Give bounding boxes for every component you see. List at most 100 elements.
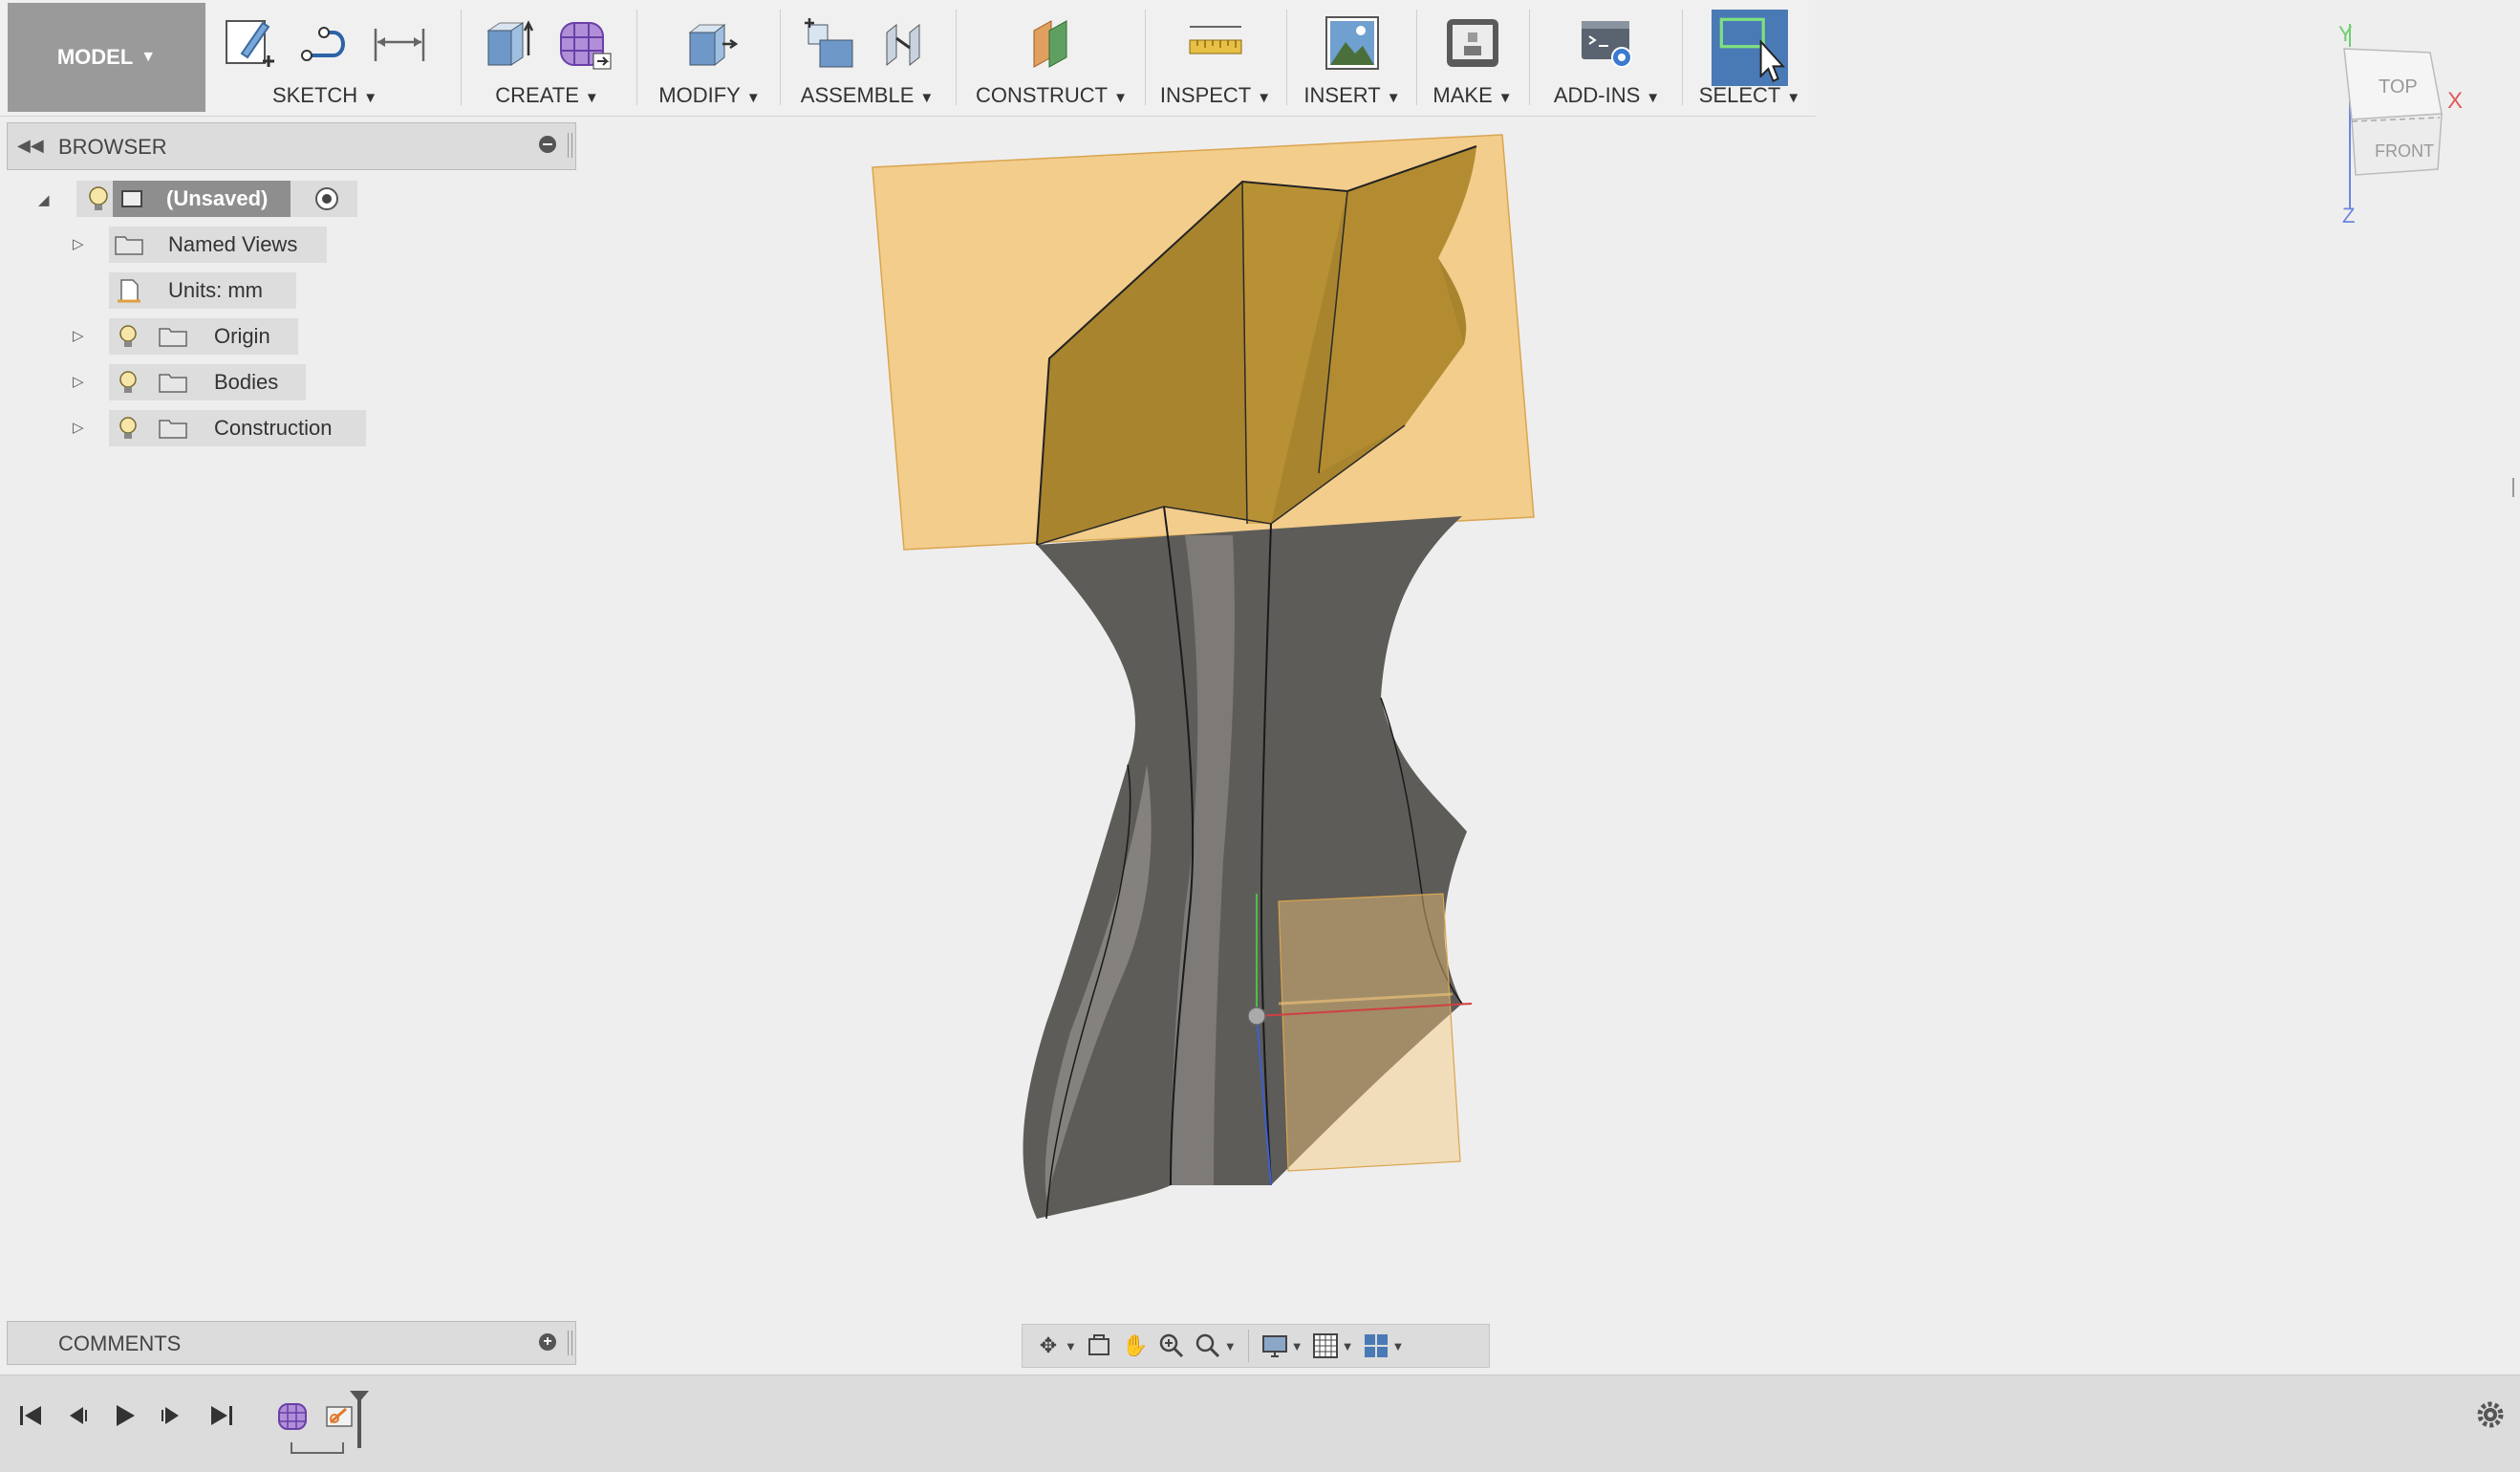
toolbar-group-make[interactable]: MAKE ▼ xyxy=(1420,0,1525,116)
viewport-edge-handle[interactable] xyxy=(2512,478,2520,497)
toolbar-group-label: SELECT xyxy=(1698,83,1781,107)
go-to-end-icon[interactable] xyxy=(203,1396,241,1435)
collapsed-triangle-icon[interactable]: ▷ xyxy=(73,419,88,436)
chevron-down-icon: ▼ xyxy=(1113,90,1128,106)
create-sketch-icon[interactable] xyxy=(221,13,280,73)
root-label: (Unsaved) xyxy=(166,186,269,210)
browser-item-label: Origin xyxy=(214,324,270,348)
scripts-addins-icon[interactable] xyxy=(1578,13,1637,73)
viewports-icon[interactable] xyxy=(1362,1331,1390,1360)
sketch-dimension-icon[interactable] xyxy=(370,13,429,73)
line-tool-icon[interactable] xyxy=(295,13,355,73)
grid-settings-icon[interactable] xyxy=(1311,1331,1340,1360)
press-pull-icon[interactable] xyxy=(680,13,740,73)
model-body-lower[interactable] xyxy=(1023,516,1467,1219)
viewcube-top-label: TOP xyxy=(2379,76,2418,97)
chevron-down-icon[interactable]: ▼ xyxy=(1392,1339,1405,1353)
panel-resize-handle[interactable] xyxy=(568,133,572,158)
browser-item-label: Construction xyxy=(214,416,333,440)
go-to-start-icon[interactable] xyxy=(11,1396,50,1435)
chevron-down-icon: ▼ xyxy=(584,90,599,106)
toolbar-group-add-ins[interactable]: ADD-INS ▼ xyxy=(1533,0,1681,116)
timeline-group-bracket xyxy=(291,1442,344,1454)
timeline-bar xyxy=(0,1375,2520,1472)
toolbar-separator xyxy=(636,10,637,105)
toolbar-group-create[interactable]: CREATE ▼ xyxy=(463,0,631,116)
toolbar-separator xyxy=(1682,10,1683,105)
toolbar-separator xyxy=(1416,10,1417,105)
step-back-icon[interactable] xyxy=(57,1396,96,1435)
measure-icon[interactable] xyxy=(1186,13,1245,73)
comments-title: COMMENTS xyxy=(58,1331,182,1355)
panel-resize-handle[interactable] xyxy=(568,1331,572,1355)
zoom-icon[interactable] xyxy=(1157,1331,1186,1360)
visibility-bulb-icon[interactable] xyxy=(117,323,140,350)
play-icon[interactable] xyxy=(105,1396,143,1435)
toolbar-group-label: SKETCH xyxy=(271,83,358,107)
toolbar-group-modify[interactable]: MODIFY ▼ xyxy=(640,0,779,116)
root-label-highlight[interactable]: (Unsaved) xyxy=(113,181,291,217)
workspace-switcher-button[interactable]: MODEL ▼ xyxy=(8,3,205,112)
axis-x-label: X xyxy=(2447,88,2463,114)
visibility-bulb-icon[interactable] xyxy=(117,415,140,442)
display-settings-icon[interactable] xyxy=(1260,1331,1289,1360)
toolbar-group-insert[interactable]: INSERT ▼ xyxy=(1290,0,1414,116)
document-icon xyxy=(118,279,140,303)
chevron-down-icon[interactable]: ▼ xyxy=(1224,1339,1237,1353)
toolbar-group-sketch[interactable]: SKETCH ▼ xyxy=(215,0,435,116)
viewcube[interactable]: Y Z X TOP FRONT xyxy=(2317,14,2509,225)
chevron-down-icon: ▼ xyxy=(140,49,157,65)
comments-panel: COMMENTS + xyxy=(7,1321,576,1365)
construction-plane-bottom[interactable] xyxy=(1278,893,1461,1172)
active-radio-icon[interactable] xyxy=(313,185,340,212)
chevron-down-icon: ▼ xyxy=(1497,90,1513,106)
select-tool-icon[interactable] xyxy=(1712,10,1788,86)
extrude-icon[interactable] xyxy=(481,13,540,73)
chevron-down-icon: ▼ xyxy=(745,90,761,106)
toolbar-group-select[interactable]: SELECT ▼ xyxy=(1688,0,1812,116)
viewport-canvas[interactable] xyxy=(0,0,2520,1471)
toolbar-group-label: MAKE xyxy=(1432,83,1493,107)
create-form-icon[interactable] xyxy=(555,13,614,73)
navbar-separator xyxy=(1247,1330,1249,1362)
3d-print-icon[interactable] xyxy=(1443,13,1502,73)
chevron-down-icon[interactable]: ▼ xyxy=(1065,1339,1077,1353)
timeline-form-feature-icon[interactable] xyxy=(273,1396,312,1435)
origin-point-icon[interactable] xyxy=(1247,1007,1266,1026)
orbit-icon[interactable]: ✥ xyxy=(1034,1331,1063,1360)
pan-hand-icon[interactable]: ✋ xyxy=(1121,1331,1150,1360)
browser-title: BROWSER xyxy=(58,135,167,159)
look-at-icon[interactable] xyxy=(1085,1331,1113,1360)
collapse-panel-icon[interactable]: ◀◀ xyxy=(17,136,44,156)
joint-icon[interactable] xyxy=(875,13,935,73)
axis-z-label: Z xyxy=(2342,204,2355,225)
insert-image-icon[interactable] xyxy=(1323,13,1382,73)
toolbar-separator xyxy=(461,10,462,105)
expanded-triangle-icon[interactable]: ◢ xyxy=(38,191,54,208)
axis-y-label: Y xyxy=(2338,22,2353,46)
timeline-sketch-feature-icon[interactable] xyxy=(320,1396,358,1435)
add-comment-icon[interactable]: + xyxy=(539,1333,556,1351)
timeline-settings-gear-icon[interactable] xyxy=(2474,1398,2507,1431)
toolbar-group-assemble[interactable]: ASSEMBLE ▼ xyxy=(784,0,951,116)
toolbar-group-label: ASSEMBLE xyxy=(800,83,915,107)
offset-plane-icon[interactable] xyxy=(1023,13,1082,73)
collapsed-triangle-icon[interactable]: ▷ xyxy=(73,327,88,344)
toolbar-group-construct[interactable]: CONSTRUCT ▼ xyxy=(958,0,1145,116)
step-forward-icon[interactable] xyxy=(153,1396,191,1435)
construction-plane-top[interactable] xyxy=(872,134,1535,551)
toolbar-group-label: CONSTRUCT xyxy=(976,83,1109,107)
toolbar-separator xyxy=(1529,10,1530,105)
visibility-bulb-icon[interactable] xyxy=(117,369,140,396)
minimize-icon[interactable] xyxy=(539,136,556,153)
model-body-upper[interactable] xyxy=(1037,146,1476,545)
chevron-down-icon: ▼ xyxy=(1386,90,1401,106)
toolbar-group-inspect[interactable]: INSPECT ▼ xyxy=(1149,0,1282,116)
new-component-icon[interactable] xyxy=(801,13,860,73)
collapsed-triangle-icon[interactable]: ▷ xyxy=(73,373,88,390)
browser-panel-header: ◀◀ BROWSER xyxy=(7,122,576,170)
chevron-down-icon[interactable]: ▼ xyxy=(1291,1339,1303,1353)
fit-zoom-icon[interactable] xyxy=(1194,1331,1222,1360)
collapsed-triangle-icon[interactable]: ▷ xyxy=(73,235,88,252)
chevron-down-icon[interactable]: ▼ xyxy=(1342,1339,1354,1353)
